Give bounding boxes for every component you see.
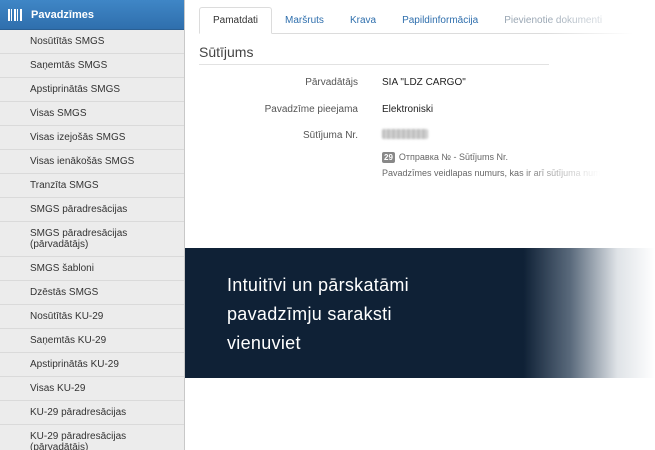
dispatch-text: Отправка № - Sūtījums Nr. [398, 152, 509, 162]
sidebar-item-received-ku29[interactable]: Saņemtās KU-29 [0, 329, 184, 353]
tab-attached-documents[interactable]: Pievienotie dokumenti [491, 7, 615, 33]
access-value: Elektroniski [382, 104, 434, 115]
carrier-value: SIA "LDZ CARGO" [382, 77, 466, 88]
sidebar-item-approved-ku29[interactable]: Apstiprinātās KU-29 [0, 353, 184, 377]
shipment-number-value-blurred [382, 129, 428, 139]
barcode-icon [8, 8, 22, 21]
sidebar-item-ku29-readdressing[interactable]: KU-29 pāradresācijas [0, 401, 184, 425]
day-badge: 29 [382, 152, 395, 163]
sidebar-item-approved-smgs[interactable]: Apstiprinātās SMGS [0, 78, 184, 102]
access-label: Pavadzīme pieejama [264, 104, 358, 115]
sidebar-item-smgs-readdressing[interactable]: SMGS pāradresācijas [0, 198, 184, 222]
sidebar-item-deleted-smgs[interactable]: Dzēstās SMGS [0, 281, 184, 305]
tab-additional-info[interactable]: Papildinformācija [389, 7, 491, 33]
sidebar-item-sent-ku29[interactable]: Nosūtītās KU-29 [0, 305, 184, 329]
sidebar-item-smgs-readdressing-carrier[interactable]: SMGS pāradresācijas (pārvadātājs) [0, 222, 184, 257]
tab-route[interactable]: Maršruts [272, 7, 337, 33]
creator-text: Pavadzīmes veidlapas numurs, kas ir arī … [382, 168, 614, 178]
sidebar-item-all-outgoing-smgs[interactable]: Visas izejošās SMGS [0, 126, 184, 150]
sidebar-item-all-incoming-smgs[interactable]: Visas ienākošās SMGS [0, 150, 184, 174]
tab-cargo[interactable]: Krava [337, 7, 389, 33]
sidebar-item-smgs-templates[interactable]: SMGS šabloni [0, 257, 184, 281]
tab-basic-data[interactable]: Pamatdati [199, 7, 273, 34]
sidebar-item-ku29-readdressing-carrier[interactable]: KU-29 pāradresācijas (pārvadātājs) [0, 425, 184, 450]
section-title: Sūtījums [199, 44, 254, 60]
banner-line-1: Intuitīvi un pārskatāmi [227, 275, 409, 295]
carrier-label: Pārvadātājs [305, 77, 358, 88]
sidebar-header-label: Pavadzīmes [31, 8, 94, 21]
creator-info-line: Pavadzīmes veidlapas numurs, kas ir arī … [382, 168, 613, 179]
sidebar-item-all-ku29[interactable]: Visas KU-29 [0, 377, 184, 401]
main-content: Pamatdati Maršruts Krava Papildinformāci… [185, 0, 655, 450]
sidebar-menu: Nosūtītās SMGS Saņemtās SMGS Apstiprināt… [0, 30, 184, 450]
section-divider [199, 64, 549, 65]
dispatch-info-line: 29 Отправка № - Sūtījums Nr. [382, 152, 508, 163]
sidebar-header[interactable]: Pavadzīmes [0, 0, 184, 30]
sidebar-item-sent-smgs[interactable]: Nosūtītās SMGS [0, 30, 184, 54]
banner-line-3: vienuviet [227, 333, 301, 353]
sidebar-item-received-smgs[interactable]: Saņemtās SMGS [0, 54, 184, 78]
promo-banner: Intuitīvi un pārskatāmi pavadzīmju sarak… [185, 248, 655, 378]
sidebar-item-all-smgs[interactable]: Visas SMGS [0, 102, 184, 126]
sidebar: Pavadzīmes Nosūtītās SMGS Saņemtās SMGS … [0, 0, 185, 450]
tab-bar: Pamatdati Maršruts Krava Papildinformāci… [199, 7, 655, 41]
banner-text: Intuitīvi un pārskatāmi pavadzīmju sarak… [227, 271, 527, 358]
sidebar-item-transit-smgs[interactable]: Tranzīta SMGS [0, 174, 184, 198]
shipment-number-label: Sūtījuma Nr. [302, 130, 358, 141]
banner-line-2: pavadzīmju saraksti [227, 304, 392, 324]
